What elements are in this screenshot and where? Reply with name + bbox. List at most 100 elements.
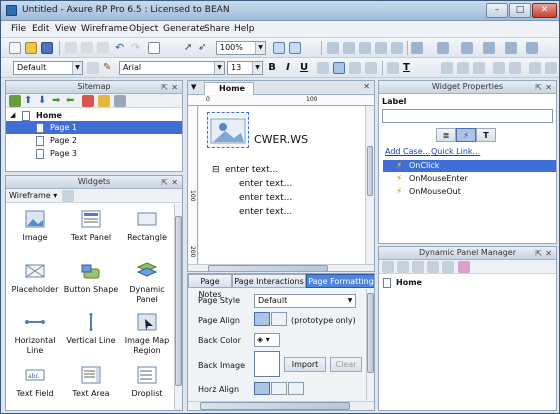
add-case-link[interactable]: Add Case...: [385, 147, 430, 156]
grid-icon[interactable]: [289, 42, 301, 54]
move-up-icon[interactable]: ⬆: [24, 95, 36, 107]
library-options-icon[interactable]: [62, 190, 74, 202]
align-icon[interactable]: [391, 42, 403, 54]
edit-state-icon[interactable]: [442, 261, 454, 273]
scroll-thumb[interactable]: [367, 146, 373, 196]
menu-generate[interactable]: Generate: [163, 24, 205, 34]
caption-text[interactable]: CWER.WS: [254, 133, 308, 146]
float-icon[interactable]: ⇱: [161, 177, 168, 189]
float-icon[interactable]: ⇱: [161, 82, 168, 94]
scroll-thumb[interactable]: [200, 402, 350, 410]
align-center-icon[interactable]: [333, 62, 345, 74]
close-pane-icon[interactable]: ✕: [171, 82, 178, 94]
quick-link[interactable]: Quick Link...: [431, 147, 480, 156]
outdent-icon[interactable]: ⬅: [66, 95, 78, 107]
horz-align-center-button[interactable]: [271, 382, 287, 395]
bullet-text-3[interactable]: enter text...: [239, 193, 292, 203]
close-button[interactable]: ✕: [532, 3, 557, 18]
ungroup-icon[interactable]: [343, 42, 355, 54]
minimize-button[interactable]: –: [486, 3, 508, 18]
align-left-page-button[interactable]: [254, 312, 270, 326]
bullet-list-icon[interactable]: [387, 62, 399, 74]
find-icon[interactable]: [114, 95, 126, 107]
close-pane-icon[interactable]: ✕: [171, 177, 178, 189]
page-props-icon[interactable]: [98, 95, 110, 107]
canvas-hscroll[interactable]: [188, 264, 374, 271]
zoom-select[interactable]: 100% ▼: [216, 41, 266, 55]
delete-state-icon[interactable]: [427, 261, 439, 273]
fill-color-icon[interactable]: [411, 42, 423, 54]
menu-share[interactable]: Share: [204, 24, 230, 34]
move-down-icon[interactable]: [412, 261, 424, 273]
tab-menu-icon[interactable]: ▼: [191, 83, 196, 91]
tab-page-formatting[interactable]: Page Formatting: [306, 274, 374, 288]
bold-button[interactable]: B: [265, 61, 279, 75]
page-style-select[interactable]: Default ▼: [254, 294, 356, 308]
horz-align-right-button[interactable]: [288, 382, 304, 395]
close-tab-icon[interactable]: ✕: [363, 82, 370, 91]
justify-icon[interactable]: [365, 62, 377, 74]
scroll-thumb[interactable]: [367, 293, 374, 373]
bottom-align-icon[interactable]: [473, 62, 485, 74]
tab-home[interactable]: Home: [204, 82, 254, 95]
menu-object[interactable]: Object: [129, 24, 158, 34]
close-pane-icon[interactable]: ✕: [545, 82, 552, 94]
list-icon[interactable]: ≣: [436, 128, 456, 142]
menu-wireframe[interactable]: Wireframe: [81, 24, 128, 34]
bring-front-icon[interactable]: [359, 42, 371, 54]
save-icon[interactable]: [41, 42, 53, 54]
format-vscroll[interactable]: [366, 289, 374, 400]
delete-page-icon[interactable]: [82, 95, 94, 107]
interactions-icon[interactable]: ⚡: [456, 128, 476, 142]
select-cursor-icon[interactable]: ➚: [184, 42, 196, 54]
clear-button[interactable]: Clear: [330, 357, 362, 372]
group-icon[interactable]: [327, 42, 339, 54]
design-surface[interactable]: CWER.WS ⊟ enter text... enter text... en…: [199, 107, 365, 264]
text-icon[interactable]: T: [476, 128, 496, 142]
indent-icon[interactable]: ➡: [52, 95, 64, 107]
menu-help[interactable]: Help: [234, 24, 255, 34]
menu-view[interactable]: View: [55, 24, 76, 34]
filter-icon[interactable]: [458, 261, 470, 273]
underline-button[interactable]: U: [297, 61, 311, 75]
menu-edit[interactable]: Edit: [32, 24, 49, 34]
unlock-icon[interactable]: [545, 62, 557, 74]
library-select[interactable]: Wireframe ▾: [9, 191, 57, 200]
float-icon[interactable]: ⇱: [535, 82, 542, 94]
align-left-icon[interactable]: [317, 62, 329, 74]
float-icon[interactable]: ⇱: [535, 248, 542, 260]
scroll-thumb[interactable]: [175, 216, 182, 386]
image-widget[interactable]: [207, 112, 249, 148]
dpm-root-label[interactable]: Home: [396, 278, 422, 287]
sitemap-item-page-1[interactable]: Page 1: [6, 121, 182, 134]
add-state-icon[interactable]: [382, 261, 394, 273]
font-select[interactable]: Arial ▼: [119, 61, 225, 75]
top-align-icon[interactable]: [441, 62, 453, 74]
add-page-icon[interactable]: [9, 95, 21, 107]
tab-page-interactions[interactable]: Page Interactions: [232, 274, 306, 288]
horz-align-left-button[interactable]: [254, 382, 270, 395]
copy-icon[interactable]: [81, 42, 93, 54]
sitemap-item-page-3[interactable]: Page 3: [6, 147, 182, 160]
cut-icon[interactable]: [65, 42, 77, 54]
close-pane-icon[interactable]: ✕: [545, 248, 552, 260]
line-style-icon[interactable]: [483, 42, 495, 54]
text-color-icon[interactable]: T: [403, 62, 415, 74]
format-painter-icon[interactable]: [148, 42, 160, 54]
italic-button[interactable]: I: [281, 61, 295, 75]
label-input[interactable]: [382, 109, 553, 123]
lock-icon[interactable]: [529, 62, 541, 74]
format-paint-icon[interactable]: ✎: [103, 62, 115, 74]
back-color-picker[interactable]: ◈ ▾: [254, 333, 280, 347]
new-icon[interactable]: [9, 42, 21, 54]
event-onclick[interactable]: ⚡ OnClick: [383, 160, 556, 172]
widgets-scrollbar[interactable]: [174, 204, 182, 410]
sitemap-item-page-2[interactable]: Page 2: [6, 134, 182, 147]
scroll-thumb[interactable]: [208, 265, 328, 271]
event-onmouseout[interactable]: ⚡ OnMouseOut: [383, 186, 556, 198]
undo-icon[interactable]: ↶: [115, 42, 127, 54]
canvas-vscroll[interactable]: [365, 106, 374, 264]
align-center-page-button[interactable]: [271, 312, 287, 326]
align-right-icon[interactable]: [349, 62, 361, 74]
bullet-text-1[interactable]: enter text...: [225, 165, 278, 175]
